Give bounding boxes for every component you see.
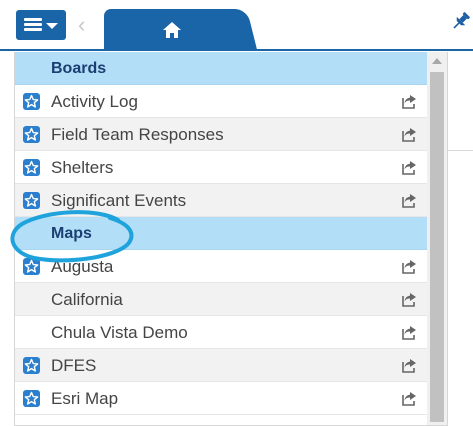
caret-down-icon bbox=[46, 23, 58, 29]
share-icon[interactable] bbox=[401, 93, 417, 109]
scroll-up-arrow-icon[interactable] bbox=[432, 58, 442, 64]
chevron-left-icon[interactable]: ‹ bbox=[78, 14, 85, 36]
menu-item-label: Shelters bbox=[51, 158, 114, 177]
scrollbar-thumb[interactable] bbox=[430, 72, 444, 422]
menu-item[interactable]: Esri Map bbox=[15, 382, 427, 415]
toolbar-divider bbox=[0, 49, 473, 51]
share-icon[interactable] bbox=[401, 390, 417, 406]
menu-item-label: Augusta bbox=[51, 257, 114, 276]
menu-item-label: DFES bbox=[51, 356, 97, 375]
star-icon[interactable] bbox=[23, 93, 40, 110]
menu-item[interactable]: Augusta bbox=[15, 250, 427, 283]
menu-item[interactable]: Shelters bbox=[15, 151, 427, 184]
share-icon[interactable] bbox=[401, 159, 417, 175]
star-icon[interactable] bbox=[23, 390, 40, 407]
hamburger-menu-icon bbox=[24, 18, 42, 32]
home-icon bbox=[163, 22, 181, 38]
share-icon[interactable] bbox=[401, 357, 417, 373]
divider bbox=[447, 150, 473, 151]
menu-item[interactable]: Field Team Responses bbox=[15, 118, 427, 151]
share-icon[interactable] bbox=[401, 324, 417, 340]
menu-item-label: Esri Map bbox=[51, 389, 119, 408]
menu-item[interactable]: Chula Vista Demo bbox=[15, 316, 427, 349]
menu-item[interactable]: DFES bbox=[15, 349, 427, 382]
section-title: Maps bbox=[51, 225, 92, 242]
section-header-boards: Boards bbox=[15, 52, 427, 85]
top-toolbar: ‹ bbox=[0, 0, 473, 51]
share-icon[interactable] bbox=[401, 126, 417, 142]
scrollbar[interactable] bbox=[427, 52, 447, 425]
share-icon[interactable] bbox=[401, 258, 417, 274]
menu-item-label: California bbox=[51, 290, 123, 309]
menu-item-label: Activity Log bbox=[51, 92, 138, 111]
menu-item-label: Significant Events bbox=[51, 191, 187, 210]
menu-item-label: Field Team Responses bbox=[51, 125, 224, 144]
menu-item-label: Chula Vista Demo bbox=[51, 323, 188, 342]
menu-item[interactable]: California bbox=[15, 283, 427, 316]
star-icon[interactable] bbox=[23, 126, 40, 143]
star-icon[interactable] bbox=[23, 192, 40, 209]
pin-icon[interactable] bbox=[450, 10, 472, 32]
star-icon[interactable] bbox=[23, 357, 40, 374]
section-title: Boards bbox=[51, 60, 107, 77]
menu-item[interactable]: Activity Log bbox=[15, 85, 427, 118]
menu-item[interactable]: Significant Events bbox=[15, 184, 427, 217]
navigation-dropdown: Boards Activity Log Field Team Responses Sh… bbox=[14, 52, 448, 426]
star-icon[interactable] bbox=[23, 258, 40, 275]
tab-home[interactable] bbox=[104, 9, 240, 50]
share-icon[interactable] bbox=[401, 192, 417, 208]
section-header-maps: Maps bbox=[15, 217, 427, 250]
menu-list: Boards Activity Log Field Team Responses Sh… bbox=[15, 52, 427, 415]
main-menu-button[interactable] bbox=[16, 10, 66, 40]
share-icon[interactable] bbox=[401, 291, 417, 307]
star-icon[interactable] bbox=[23, 159, 40, 176]
